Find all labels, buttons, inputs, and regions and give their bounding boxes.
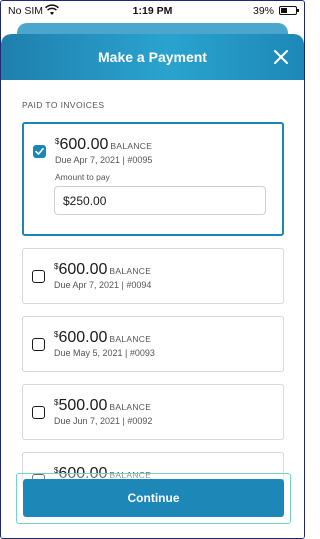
invoice-amount: $500.00 BALANCE [54, 397, 152, 414]
invoice-due: Due Apr 7, 2021 | #0095 [55, 155, 153, 165]
modal-header: Make a Payment [1, 34, 304, 80]
invoice-card[interactable]: $600.00 BALANCE Due May 5, 2021 | #0093 [22, 316, 284, 372]
close-icon[interactable] [270, 46, 292, 68]
invoice-card[interactable]: $600.00 BALANCE Due Apr 7, 2021 | #0095 A… [22, 122, 284, 236]
payment-modal: Make a Payment PAID TO INVOICES $600.00 B… [1, 34, 304, 538]
invoice-checkbox[interactable] [32, 270, 45, 283]
invoice-due: Due Jun 7, 2021 | #0092 [54, 416, 153, 426]
continue-button[interactable]: Continue [23, 479, 284, 517]
invoice-checkbox[interactable] [32, 406, 45, 419]
continue-focus-ring: Continue [16, 473, 291, 524]
invoice-amount: $600.00BALANCE [54, 329, 152, 346]
invoice-checkbox[interactable] [32, 338, 45, 351]
amount-to-pay-label: Amount to pay [55, 172, 110, 182]
checkmark-icon [35, 148, 44, 155]
section-label: PAID TO INVOICES [22, 100, 105, 110]
invoice-checkbox[interactable] [33, 145, 46, 158]
invoice-due: Due May 5, 2021 | #0093 [54, 348, 155, 358]
invoice-due: Due Apr 7, 2021 | #0094 [54, 280, 152, 290]
invoice-amount: $600.00BALANCE [55, 136, 153, 153]
device-screen: No SIM 1:19 PM 39% Make a Payment PAID T… [0, 0, 305, 539]
battery-icon [279, 6, 299, 15]
amount-to-pay-input[interactable] [54, 186, 266, 215]
invoice-card[interactable]: $600.00 BALANCE Due Apr 7, 2021 | #0094 [22, 248, 284, 304]
battery-percent: 39% [252, 5, 274, 17]
invoice-card[interactable]: $500.00 BALANCE Due Jun 7, 2021 | #0092 [22, 384, 284, 440]
status-bar: No SIM 1:19 PM 39% [1, 1, 304, 21]
modal-title: Make a Payment [98, 49, 207, 65]
invoice-amount: $600.00BALANCE [54, 261, 152, 278]
